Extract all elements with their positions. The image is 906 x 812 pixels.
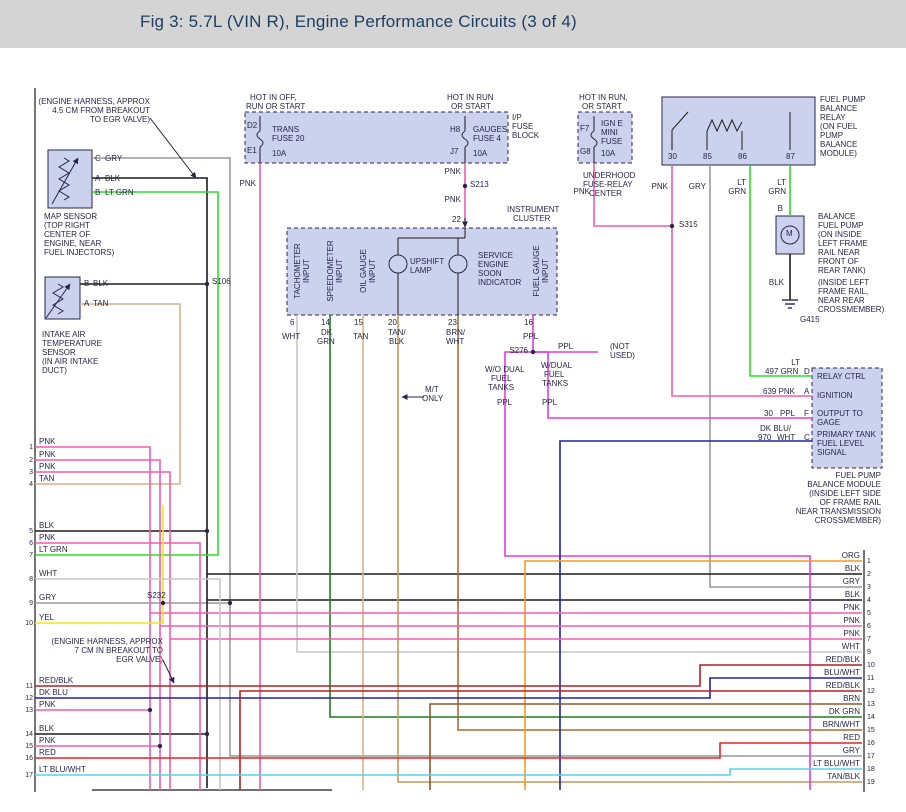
wire-pnk	[594, 163, 672, 226]
wire-red-blk	[35, 665, 862, 686]
arrow-icon	[150, 118, 196, 178]
wiring-diagram-page: Fig 3: 5.7L (VIN R), Engine Performance …	[0, 0, 906, 812]
wire-lt-grn	[750, 165, 812, 376]
wire-lt-grn	[35, 192, 218, 555]
splice-dot	[158, 744, 162, 748]
splice-dot	[670, 224, 674, 228]
balance-fuel-pump-box	[776, 216, 804, 254]
splice-dot	[531, 350, 535, 354]
wire-tan-blk	[398, 315, 862, 782]
arrow-icon	[163, 660, 174, 683]
wire-pnk	[35, 447, 150, 790]
wire-yel	[35, 505, 163, 623]
wire-tan	[35, 304, 180, 484]
splice-dot	[161, 601, 165, 605]
splice-dot	[205, 732, 209, 736]
ip-fuse-block-box	[245, 112, 508, 163]
wire-wht	[297, 315, 862, 652]
wire-brn-wht	[458, 315, 862, 730]
underhood-fuse-box	[578, 112, 632, 163]
instrument-cluster-box	[287, 228, 557, 315]
wiring-diagram-canvas	[0, 0, 906, 812]
wire-pnk	[35, 543, 200, 790]
wire-dk-blu	[35, 678, 862, 698]
fuel-pump-balance-relay-box	[662, 97, 815, 165]
wire-pnk	[35, 460, 160, 790]
wire-dk-blu	[560, 441, 812, 790]
splice-dot	[228, 601, 232, 605]
wire-lt-blu-wht	[35, 769, 862, 775]
splice-dot	[148, 708, 152, 712]
fuel-pump-balance-module-box	[812, 368, 882, 468]
splice-dot	[463, 184, 467, 188]
splice-dot	[205, 282, 209, 286]
splice-dot	[205, 529, 209, 533]
